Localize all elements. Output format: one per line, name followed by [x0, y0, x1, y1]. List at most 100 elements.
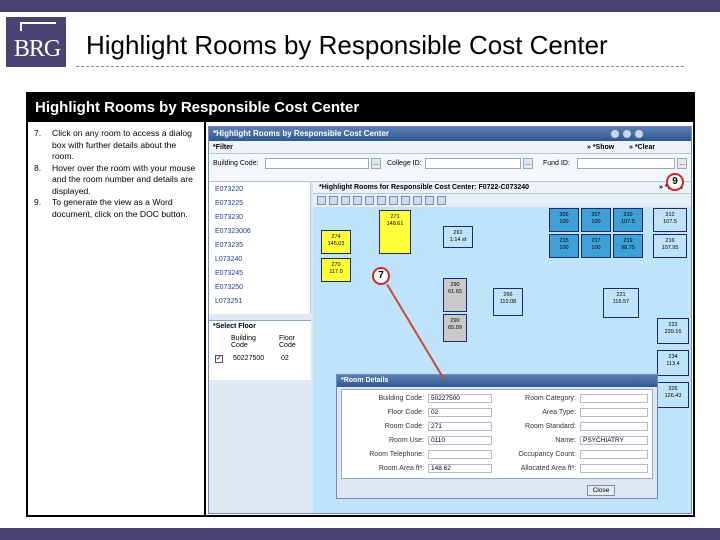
room-area-value: 148.62	[428, 464, 492, 473]
plan-toolbar	[313, 194, 691, 207]
clear-button[interactable]: » *Clear	[629, 144, 655, 151]
room-highlighted[interactable]: 270 117.0	[321, 258, 351, 282]
zoom-out-icon[interactable]	[353, 196, 362, 205]
room-highlighted[interactable]: 274 145.03	[321, 230, 351, 254]
list-item[interactable]: E073250	[215, 284, 243, 291]
fund-id-lookup[interactable]: ...	[677, 158, 687, 169]
room-area: 116.57	[612, 299, 630, 305]
bottom-band	[0, 528, 720, 540]
occupancy-count-label: Occupancy Count:	[518, 451, 576, 458]
list-item[interactable]: E073235	[215, 242, 243, 249]
list-item[interactable]: L073240	[215, 256, 242, 263]
select-floor-label: *Select Floor	[213, 323, 256, 330]
college-id-label: College ID:	[387, 160, 422, 167]
room-details-body: Building Code: 50227500 Floor Code: 02 R…	[341, 389, 653, 479]
room[interactable]: 222 239.16	[657, 318, 689, 344]
step-text: Click on any room to access a dialog box…	[52, 128, 192, 161]
building-code-input[interactable]	[265, 158, 369, 169]
floor-checkbox[interactable]: ✓	[215, 355, 223, 363]
room[interactable]: 216 107.95	[653, 234, 687, 258]
room[interactable]: 221 116.57	[603, 288, 639, 318]
room-number: 215	[559, 238, 569, 244]
callout-7: 7	[372, 267, 390, 285]
refresh-icon[interactable]	[437, 196, 446, 205]
filter-label: *Filter	[213, 144, 233, 151]
room[interactable]: 234 113.4	[657, 350, 689, 376]
print-plan-icon[interactable]	[413, 196, 422, 205]
room-area: 107.5	[663, 219, 677, 225]
room[interactable]: 261 1:14 sf	[443, 226, 473, 248]
zoom-extents-icon[interactable]	[377, 196, 386, 205]
select-tool-icon[interactable]	[317, 196, 326, 205]
floor-col-floor: Floor Code	[279, 335, 296, 349]
zoom-previous-icon[interactable]	[389, 196, 398, 205]
plan-header: *Highlight Rooms for Responsible Cost Ce…	[313, 182, 691, 194]
room[interactable]: 305 100	[549, 208, 579, 232]
room-number: 290	[450, 318, 460, 324]
list-item[interactable]: E073225	[215, 200, 243, 207]
close-button[interactable]: Close	[587, 485, 615, 496]
list-item[interactable]: E073230	[215, 214, 243, 221]
room-use-value: 0110	[428, 436, 492, 445]
room[interactable]: 312 107.5	[653, 208, 687, 232]
settings-icon[interactable]	[635, 130, 643, 138]
room-number: 266	[503, 292, 513, 298]
list-item[interactable]: E073220	[215, 186, 243, 193]
room-number: 219	[623, 238, 633, 244]
list-item[interactable]: E073245	[215, 270, 243, 277]
instruction-step: 7. Click on any room to access a dialog b…	[34, 128, 200, 163]
room-area: 100	[591, 219, 601, 225]
room-code-value: 271	[428, 422, 492, 431]
room-code-label: Room Code:	[384, 423, 424, 430]
room[interactable]: 217 100	[581, 234, 611, 258]
room[interactable]: 215 100	[549, 234, 579, 258]
room[interactable]: 266 110.08	[493, 288, 523, 316]
room-area: 100	[559, 219, 569, 225]
room-area: 65.09	[448, 325, 462, 331]
instruction-step: 9. To generate the view as a Word documen…	[34, 197, 200, 220]
room[interactable]: 326 126.43	[657, 382, 689, 408]
room-area: 110.08	[499, 299, 517, 305]
room[interactable]: 290 65.09	[443, 314, 467, 342]
room-category-label: Room Category:	[525, 395, 576, 402]
fund-id-input[interactable]	[577, 158, 675, 169]
allocated-area-label: Allocated Area ft²:	[520, 465, 576, 472]
help-icon[interactable]	[611, 130, 619, 138]
room[interactable]: 307 100	[581, 208, 611, 232]
allocated-area-value	[580, 464, 648, 473]
room-category-value	[580, 394, 648, 403]
list-item[interactable]: E07323006	[215, 228, 251, 235]
step-text: To generate the view as a Word document,…	[52, 197, 188, 219]
room-area: 61.65	[448, 289, 462, 295]
college-id-lookup[interactable]: ...	[523, 158, 533, 169]
room[interactable]: 310 107.5	[613, 208, 643, 232]
print-icon[interactable]	[623, 130, 631, 138]
pan-tool-icon[interactable]	[329, 196, 338, 205]
room-use-label: Room Use:	[388, 437, 424, 444]
room-number: 307	[591, 212, 601, 218]
college-id-input[interactable]	[425, 158, 521, 169]
building-code-lookup[interactable]: ...	[371, 158, 381, 169]
step-text: Hover over the room with your mouse and …	[52, 162, 196, 196]
room[interactable]: 290 61.65	[443, 278, 467, 312]
room-area: 148.61	[386, 221, 404, 227]
room-number: 305	[559, 212, 569, 218]
export-icon[interactable]	[425, 196, 434, 205]
show-button[interactable]: » *Show	[587, 144, 614, 151]
zoom-window-icon[interactable]	[365, 196, 374, 205]
room-highlighted[interactable]: 271 148.61	[379, 210, 411, 254]
select-floor-panel: *Select Floor Building Code Floor Code ✓…	[209, 320, 311, 380]
room-details-header: *Room Details	[337, 375, 657, 387]
zoom-in-icon[interactable]	[341, 196, 350, 205]
layers-icon[interactable]	[401, 196, 410, 205]
room-number: 271	[390, 214, 400, 220]
room-number: 326	[668, 386, 678, 392]
room-telephone-label: Room Telephone:	[369, 451, 424, 458]
frame-header: Highlight Rooms by Responsible Cost Cent…	[28, 94, 693, 122]
room-number: 310	[623, 212, 633, 218]
room-number: 217	[591, 238, 601, 244]
room-details-title: *Room Details	[341, 377, 389, 384]
room[interactable]: 219 98.75	[613, 234, 643, 258]
room-area: 239.16	[664, 329, 682, 335]
list-item[interactable]: L073251	[215, 298, 242, 305]
